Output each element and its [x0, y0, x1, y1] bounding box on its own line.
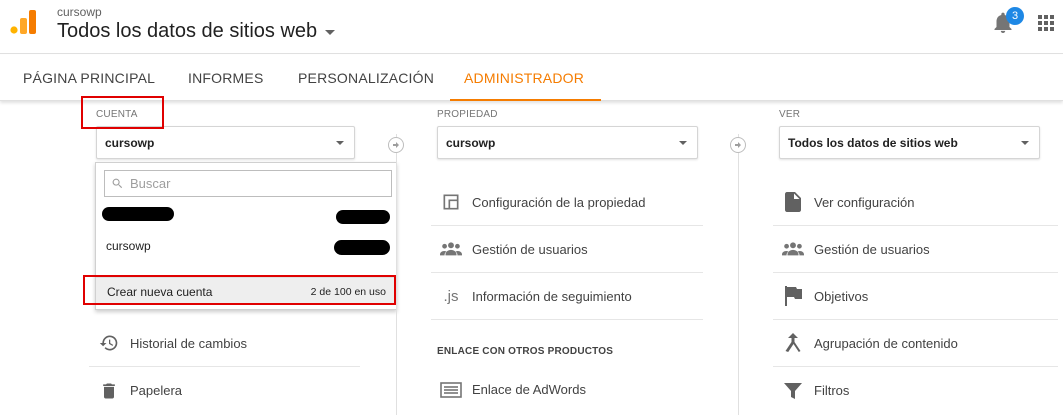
row-property-settings[interactable]: Configuración de la propiedad: [431, 179, 703, 226]
grouping-icon: [781, 331, 805, 355]
analytics-logo-icon[interactable]: [10, 10, 36, 34]
column-divider: [396, 134, 397, 415]
row-view-settings[interactable]: Ver configuración: [773, 179, 1058, 226]
row-label: Historial de cambios: [130, 335, 248, 351]
redacted-account-id: [334, 240, 390, 255]
redacted-account-id: [336, 210, 390, 224]
create-account-row[interactable]: Crear nueva cuenta 2 de 100 en uso: [96, 277, 396, 305]
users-icon: [439, 237, 463, 261]
create-account-label: Crear nueva cuenta: [107, 285, 213, 299]
account-dropdown: cursowp Crear nueva cuenta 2 de 100 en u…: [95, 162, 397, 310]
caret-down-icon: [1021, 141, 1029, 145]
account-column-label: CUENTA: [96, 109, 138, 120]
row-change-history[interactable]: Historial de cambios: [89, 320, 360, 367]
property-column-label: PROPIEDAD: [437, 109, 498, 120]
column-divider: [738, 134, 739, 415]
row-label: Información de seguimiento: [472, 288, 632, 304]
account-search-input[interactable]: [130, 176, 380, 191]
dropdown-account-name: cursowp: [106, 239, 151, 253]
row-trash[interactable]: Papelera: [89, 367, 360, 414]
row-label: Objetivos: [814, 288, 869, 304]
tab-customization[interactable]: PERSONALIZACIÓN: [298, 55, 434, 101]
dropdown-account-item[interactable]: [96, 203, 396, 231]
property-select[interactable]: cursowp: [437, 126, 698, 159]
document-icon: [781, 190, 805, 214]
js-icon: .js: [443, 287, 459, 305]
trash-icon: [97, 379, 121, 403]
adwords-icon: [439, 378, 463, 402]
search-icon: [112, 178, 123, 189]
flag-icon: [781, 284, 805, 308]
row-label: Gestión de usuarios: [472, 241, 588, 257]
view-select[interactable]: Todos los datos de sitios web: [779, 126, 1040, 159]
row-content-grouping[interactable]: Agrupación de contenido: [773, 320, 1058, 367]
notification-badge: 3: [1006, 7, 1024, 25]
tab-admin[interactable]: ADMINISTRADOR: [449, 55, 602, 101]
row-label: Gestión de usuarios: [814, 241, 930, 257]
apps-grid-icon[interactable]: [1038, 15, 1054, 31]
dropdown-account-item[interactable]: cursowp: [96, 233, 396, 261]
row-goals[interactable]: Objetivos: [773, 273, 1058, 320]
arrow-right-icon: [388, 137, 404, 153]
account-select[interactable]: cursowp: [96, 126, 355, 159]
history-icon: [97, 331, 121, 355]
filter-icon: [781, 379, 805, 403]
account-name: cursowp: [57, 5, 102, 19]
property-settings-icon: [439, 190, 463, 214]
caret-down-icon: [679, 141, 687, 145]
view-column-label: VER: [779, 109, 801, 120]
row-label: Papelera: [130, 383, 183, 398]
caret-down-icon: [336, 141, 344, 145]
app-header: cursowp Todos los datos de sitios web 3: [0, 0, 1063, 54]
row-filters[interactable]: Filtros: [773, 367, 1058, 414]
linking-section-heading: ENLACE CON OTROS PRODUCTOS: [437, 346, 614, 357]
row-label: Filtros: [814, 383, 850, 398]
caret-down-icon: [325, 30, 336, 35]
tab-reports[interactable]: INFORMES: [188, 55, 264, 101]
arrow-right-icon: [730, 137, 746, 153]
account-usage-count: 2 de 100 en uso: [310, 286, 386, 298]
account-select-value: cursowp: [105, 136, 155, 150]
tab-home[interactable]: PÁGINA PRINCIPAL: [23, 55, 155, 101]
row-property-users[interactable]: Gestión de usuarios: [431, 226, 703, 273]
main-nav: PÁGINA PRINCIPAL INFORMES PERSONALIZACIÓ…: [0, 55, 1063, 101]
view-title: Todos los datos de sitios web: [57, 20, 318, 42]
view-select-value: Todos los datos de sitios web: [788, 136, 958, 150]
row-label: Configuración de la propiedad: [472, 194, 646, 210]
account-search-box[interactable]: [104, 170, 392, 197]
view-selector[interactable]: Todos los datos de sitios web: [57, 20, 336, 43]
row-adwords-link[interactable]: Enlace de AdWords: [431, 366, 703, 413]
row-label: Ver configuración: [814, 194, 915, 210]
users-icon: [781, 237, 805, 261]
row-label: Enlace de AdWords: [472, 382, 586, 397]
row-label: Agrupación de contenido: [814, 335, 958, 351]
property-select-value: cursowp: [446, 136, 496, 150]
row-view-users[interactable]: Gestión de usuarios: [773, 226, 1058, 273]
redacted-account-name: [102, 207, 174, 221]
row-tracking-info[interactable]: .js Información de seguimiento: [431, 273, 703, 320]
